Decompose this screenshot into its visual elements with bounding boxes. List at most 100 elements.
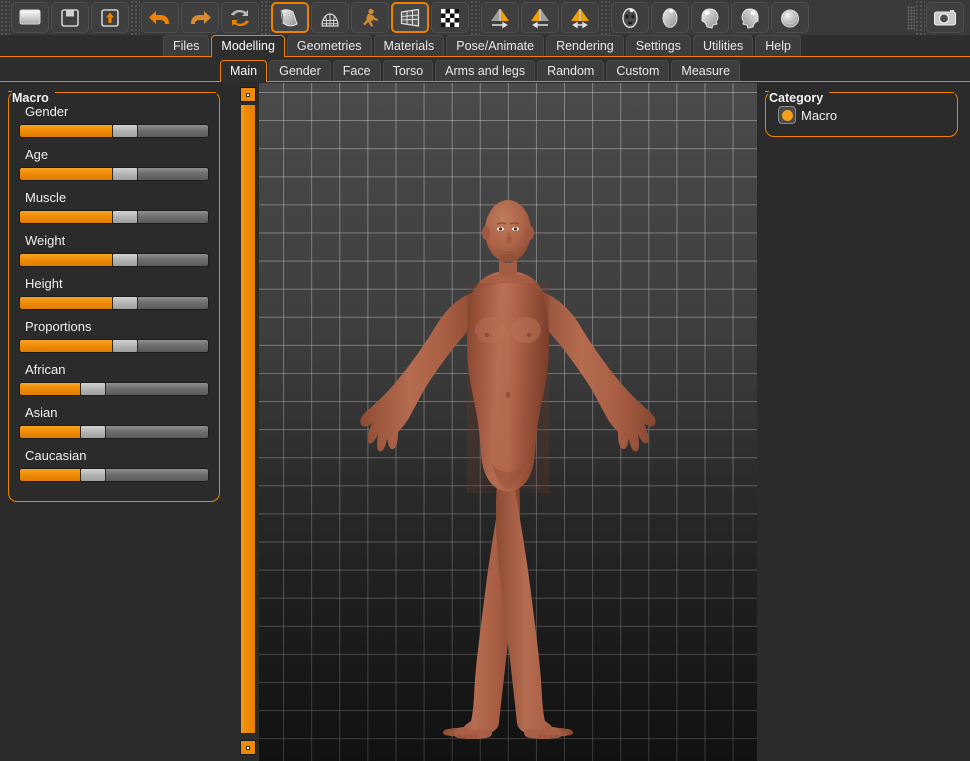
slider-handle[interactable] (80, 469, 107, 481)
slider-african[interactable] (19, 382, 209, 396)
subtab-measure[interactable]: Measure (671, 60, 741, 81)
slider-age[interactable] (19, 167, 209, 181)
slider-asian[interactable] (19, 425, 209, 439)
top-view-button[interactable] (771, 2, 809, 33)
slider-fill (20, 125, 114, 137)
3d-viewport[interactable] (259, 83, 757, 761)
pose-figure-icon (358, 6, 382, 30)
radio-button-icon[interactable] (778, 106, 796, 124)
new-button[interactable] (11, 2, 49, 33)
subtab-arms-and-legs[interactable]: Arms and legs (435, 60, 536, 81)
tab-rendering[interactable]: Rendering (546, 35, 624, 56)
slider-handle[interactable] (112, 340, 138, 352)
slider-handle[interactable] (112, 125, 138, 137)
slider-caucasian[interactable] (19, 468, 209, 482)
symmetry-right-icon (486, 6, 514, 30)
slider-row-height: Height (19, 276, 209, 310)
slider-row-proportions: Proportions (19, 319, 209, 353)
save-button[interactable] (51, 2, 89, 33)
slider-fill (20, 340, 114, 352)
undo-button[interactable] (141, 2, 179, 33)
scroll-up-dot-icon (246, 92, 250, 97)
subtab-custom[interactable]: Custom (606, 60, 670, 81)
tab-modelling[interactable]: Modelling (211, 35, 285, 57)
tab-utilities[interactable]: Utilities (692, 35, 754, 56)
subtab-random[interactable]: Random (537, 60, 605, 81)
scroll-up-button[interactable] (240, 87, 256, 102)
grab-screen-button[interactable] (926, 2, 964, 33)
tab-geometries[interactable]: Geometries (286, 35, 372, 56)
subtab-main[interactable]: Main (220, 60, 268, 82)
slider-row-weight: Weight (19, 233, 209, 267)
subtab-torso[interactable]: Torso (382, 60, 434, 81)
main-tab-bar: Files Modelling Geometries Materials Pose/An… (0, 35, 970, 57)
slider-label-asian: Asian (25, 405, 58, 420)
background-button[interactable] (431, 2, 469, 33)
slider-row-african: African (19, 362, 209, 396)
tab-pose-animate[interactable]: Pose/Animate (446, 35, 545, 56)
slider-label-caucasian: Caucasian (25, 448, 87, 463)
radio-selected-dot-icon (781, 109, 793, 121)
subtab-face[interactable]: Face (332, 60, 381, 81)
right-view-button[interactable] (731, 2, 769, 33)
slider-muscle[interactable] (19, 210, 209, 224)
category-option-label: Macro (801, 107, 838, 123)
slider-handle[interactable] (112, 297, 138, 309)
pose-button[interactable] (351, 2, 389, 33)
slider-fill (20, 168, 114, 180)
slider-handle[interactable] (80, 383, 107, 395)
load-button[interactable] (91, 2, 129, 33)
toolbar-separator-1 (130, 0, 140, 35)
slider-weight[interactable] (19, 253, 209, 267)
subdivide-button[interactable] (391, 2, 429, 33)
toolbar-separator-3 (470, 0, 480, 35)
toolbar-separator-4 (600, 0, 610, 35)
floppy-disk-icon (59, 7, 81, 29)
grid-mesh-icon (398, 6, 422, 30)
slider-handle[interactable] (80, 426, 107, 438)
reset-mesh-button[interactable] (221, 2, 259, 33)
symmetry-left-button[interactable] (521, 2, 559, 33)
scroll-thumb[interactable] (240, 104, 256, 734)
right-category-panel: Category Macro (757, 83, 970, 761)
slider-label-age: Age (25, 147, 49, 162)
load-arrow-up-icon (99, 7, 121, 29)
left-view-button[interactable] (691, 2, 729, 33)
category-option-macro[interactable]: Macro (776, 104, 947, 126)
head-right-view-icon (738, 6, 762, 30)
toolbar-drag-handle[interactable] (0, 0, 10, 35)
redo-button[interactable] (181, 2, 219, 33)
smooth-button[interactable] (271, 2, 309, 33)
slider-row-age: Age (19, 147, 209, 181)
slider-handle[interactable] (112, 254, 138, 266)
scroll-down-button[interactable] (240, 740, 256, 755)
slider-proportions[interactable] (19, 339, 209, 353)
tab-settings[interactable]: Settings (625, 35, 691, 56)
category-groupbox: Category Macro (765, 91, 958, 137)
scroll-down-dot-icon (246, 745, 250, 750)
macro-group-frame: Gender Age Muscle Weight Height Proportions Af… (8, 91, 220, 502)
tab-files[interactable]: Files (163, 35, 210, 56)
slider-label-proportions: Proportions (25, 319, 92, 334)
viewport-vertical-scrollbar[interactable] (238, 83, 258, 761)
wireframe-button[interactable] (311, 2, 349, 33)
front-view-button[interactable] (611, 2, 649, 33)
slider-handle[interactable] (112, 168, 138, 180)
slider-handle[interactable] (112, 211, 138, 223)
camera-grab-icon (932, 8, 958, 28)
slider-height[interactable] (19, 296, 209, 310)
slider-label-weight: Weight (25, 233, 66, 248)
slider-gender[interactable] (19, 124, 209, 138)
subtab-gender[interactable]: Gender (269, 60, 331, 81)
slider-label-muscle: Muscle (25, 190, 67, 205)
symmetry-both-button[interactable] (561, 2, 599, 33)
symmetry-right-button[interactable] (481, 2, 519, 33)
head-top-view-icon (778, 6, 802, 30)
back-view-button[interactable] (651, 2, 689, 33)
tab-help[interactable]: Help (755, 35, 801, 56)
human-body-mesh[interactable] (259, 83, 757, 761)
main-toolbar (0, 0, 970, 35)
slider-row-asian: Asian (19, 405, 209, 439)
tab-materials[interactable]: Materials (373, 35, 445, 56)
slider-row-gender: Gender (19, 104, 209, 138)
